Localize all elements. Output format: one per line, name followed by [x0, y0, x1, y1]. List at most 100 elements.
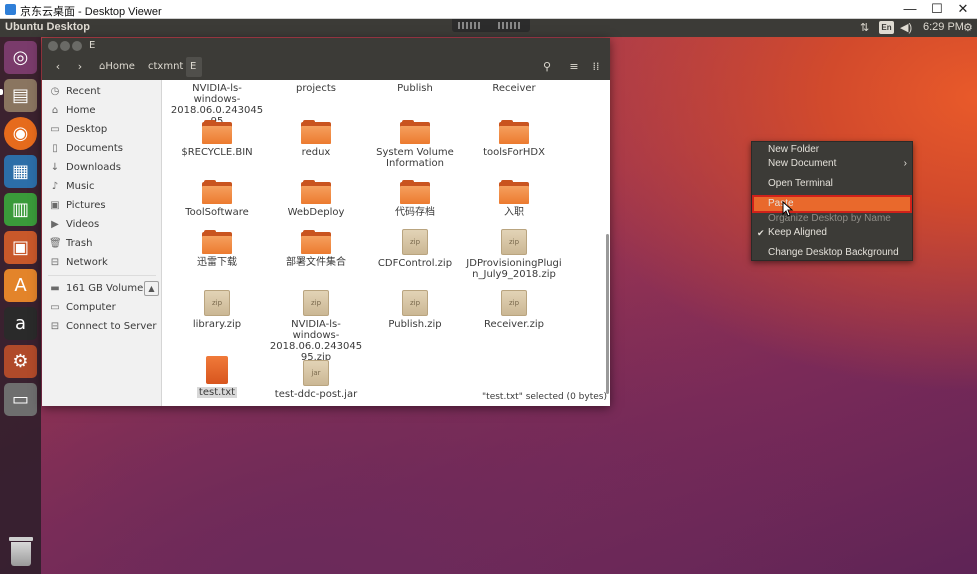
calc-icon[interactable]: ▥ — [4, 193, 37, 226]
viewer-app-icon — [5, 4, 16, 15]
sidebar-item-pictures[interactable]: ▣ Pictures — [42, 196, 162, 215]
sidebar-item-recent[interactable]: ◷ Recent — [42, 82, 162, 101]
amazon-icon[interactable]: a — [4, 307, 37, 340]
close-button[interactable]: ✕ — [953, 1, 973, 17]
file-grid: NVIDIA-ls-windows-2018.06.0.24304595 pro… — [163, 80, 610, 406]
trash-icon[interactable] — [6, 535, 36, 567]
breadcrumb-ctxmnt[interactable]: ctxmnt — [144, 57, 187, 77]
sidebar-item-connect-server[interactable]: ⊟ Connect to Server — [42, 317, 162, 336]
sidebar-item-documents[interactable]: ▯ Documents — [42, 139, 162, 158]
folder-item[interactable]: ToolSoftware — [169, 180, 265, 218]
keyboard-layout[interactable]: En — [879, 21, 894, 34]
folder-icon — [301, 180, 331, 204]
scrollbar[interactable] — [606, 234, 609, 394]
txt-item-selected[interactable]: test.txt — [169, 356, 265, 398]
window-close-button[interactable] — [48, 41, 58, 51]
network-icon[interactable]: ⇅ — [860, 21, 869, 34]
toolbar: ‹ › ⌂Home ctxmnt E ⚲ ≡ ⁞⁞ — [42, 54, 610, 80]
sidebar-item-network[interactable]: ⊟ Network — [42, 253, 162, 272]
forward-button[interactable]: › — [72, 57, 88, 77]
folder-icon — [301, 120, 331, 144]
viewer-titlebar: 京东云桌面 - Desktop Viewer — ☐ ✕ — [0, 0, 977, 19]
viewer-title: 京东云桌面 - Desktop Viewer — [20, 6, 162, 18]
folder-icon — [400, 180, 430, 204]
folder-item[interactable]: redux — [268, 120, 364, 158]
back-button[interactable]: ‹ — [50, 57, 66, 77]
desktop-icon: ▭ — [50, 124, 60, 135]
zip-item[interactable]: zip Receiver.zip — [466, 290, 562, 330]
computer-icon: ▭ — [50, 302, 60, 313]
menu-keep-aligned[interactable]: ✔ Keep Aligned — [752, 225, 912, 241]
zip-icon: zip — [501, 290, 527, 316]
sidebar-item-downloads[interactable]: ↓ Downloads — [42, 158, 162, 177]
maximize-button[interactable]: ☐ — [927, 1, 947, 17]
folder-item[interactable]: 部署文件集合 — [268, 230, 364, 268]
minimize-button[interactable]: — — [900, 1, 920, 17]
zip-item[interactable]: zip Publish.zip — [367, 290, 463, 330]
software-center-icon[interactable]: A — [4, 269, 37, 302]
zip-item[interactable]: zip library.zip — [169, 290, 265, 330]
launcher: ◎ ▤ ◉ ▦ ▥ ▣ A a ⚙ ▭ — [0, 37, 41, 574]
menu-change-background[interactable]: Change Desktop Background — [752, 245, 912, 261]
network-icon: ⊟ — [50, 257, 60, 268]
folder-item[interactable]: 入职 — [466, 180, 562, 218]
folder-icon — [499, 120, 529, 144]
panel-title: Ubuntu Desktop — [5, 21, 90, 33]
sidebar-item-volume[interactable]: ▬ 161 GB Volume ▲ — [42, 279, 162, 298]
folder-icon — [202, 120, 232, 144]
search-icon[interactable]: ⚲ — [539, 57, 555, 77]
drive-icon[interactable]: ▭ — [4, 383, 37, 416]
music-icon: ♪ — [51, 181, 59, 192]
folder-item[interactable]: System Volume Information — [367, 120, 463, 169]
firefox-icon[interactable]: ◉ — [4, 117, 37, 150]
menu-new-document[interactable]: New Document › — [752, 156, 912, 172]
folder-item[interactable]: WebDeploy — [268, 180, 364, 218]
window-minimize-button[interactable] — [60, 41, 70, 51]
volume-icon: ▬ — [50, 283, 60, 294]
file-item[interactable]: projects — [268, 83, 364, 94]
breadcrumb-home[interactable]: ⌂Home — [95, 57, 139, 77]
breadcrumb-e[interactable]: E — [186, 57, 202, 77]
folder-item[interactable]: 代码存档 — [367, 180, 463, 218]
writer-icon[interactable]: ▦ — [4, 155, 37, 188]
sidebar-item-desktop[interactable]: ▭ Desktop — [42, 120, 162, 139]
grid-view-icon[interactable]: ⁞⁞ — [588, 57, 604, 77]
window-maximize-button[interactable] — [72, 41, 82, 51]
files-icon[interactable]: ▤ — [4, 79, 37, 112]
sidebar-item-videos[interactable]: ▶ Videos — [42, 215, 162, 234]
sidebar-item-computer[interactable]: ▭ Computer — [42, 298, 162, 317]
zip-icon: zip — [501, 229, 527, 255]
zip-item[interactable]: zip NVIDIA-ls-windows-2018.06.0.24304595.… — [268, 290, 364, 363]
zip-icon: zip — [402, 290, 428, 316]
impress-icon[interactable]: ▣ — [4, 231, 37, 264]
home-icon: ⌂ — [51, 105, 59, 116]
sidebar-item-trash[interactable]: 🗑 Trash — [42, 234, 162, 253]
settings-icon[interactable]: ⚙ — [963, 21, 973, 34]
file-item[interactable]: Receiver — [466, 83, 562, 94]
folder-item[interactable]: toolsForHDX — [466, 120, 562, 158]
file-manager-window: E ‹ › ⌂Home ctxmnt E ⚲ ≡ ⁞⁞ ◷ Recent ⌂ Hom… — [42, 38, 610, 406]
check-icon: ✔ — [757, 228, 765, 238]
ubuntu-dash-icon[interactable]: ◎ — [4, 41, 37, 74]
sidebar: ◷ Recent ⌂ Home ▭ Desktop ▯ Documents ↓ Downl… — [42, 80, 162, 406]
zip-item[interactable]: zip CDFControl.zip — [367, 229, 463, 269]
zip-icon: zip — [402, 229, 428, 255]
viewer-toolbar-handle[interactable] — [452, 19, 530, 32]
eject-icon[interactable]: ▲ — [144, 281, 159, 296]
folder-item[interactable]: 迅雷下载 — [169, 230, 265, 268]
folder-icon — [301, 230, 331, 254]
file-item[interactable]: Publish — [367, 83, 463, 94]
sidebar-item-music[interactable]: ♪ Music — [42, 177, 162, 196]
system-settings-icon[interactable]: ⚙ — [4, 345, 37, 378]
zip-item[interactable]: zip JDProvisioningPlugin_July9_2018.zip — [466, 229, 562, 280]
jar-item[interactable]: jar test-ddc-post.jar — [268, 360, 364, 400]
jar-icon: jar — [303, 360, 329, 386]
clock[interactable]: 6:29 PM — [923, 21, 964, 33]
sidebar-item-home[interactable]: ⌂ Home — [42, 101, 162, 120]
documents-icon: ▯ — [52, 143, 58, 154]
volume-icon[interactable]: ◀) — [900, 21, 912, 34]
folder-item[interactable]: $RECYCLE.BIN — [169, 120, 265, 158]
menu-open-terminal[interactable]: Open Terminal — [752, 176, 912, 192]
folder-icon — [400, 120, 430, 144]
list-view-icon[interactable]: ≡ — [566, 57, 582, 77]
